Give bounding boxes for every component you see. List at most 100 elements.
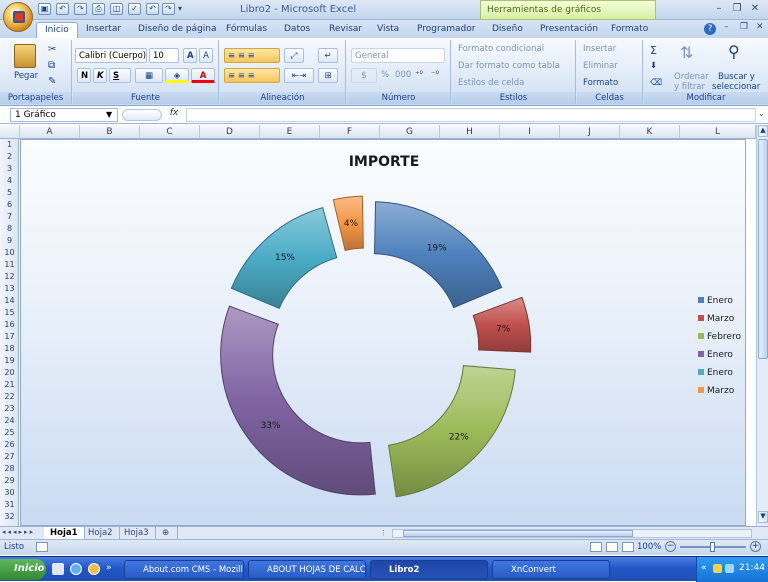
row-header[interactable]: 4 xyxy=(0,175,19,187)
row-header[interactable]: 10 xyxy=(0,247,19,259)
cut-icon[interactable]: ✂ xyxy=(48,44,56,55)
taskbar-item-firefox[interactable]: About.com CMS - Mozilla ... xyxy=(124,560,244,579)
internet-explorer-icon[interactable] xyxy=(70,563,82,575)
restore-button[interactable]: ❐ xyxy=(728,3,746,16)
font-color-icon[interactable]: A xyxy=(191,68,215,83)
quick-print-icon[interactable]: ⎙ xyxy=(92,3,105,15)
cell-styles-button[interactable]: Estilos de celda xyxy=(458,78,524,88)
font-name-select[interactable]: Calibri (Cuerpo) xyxy=(75,48,147,63)
taskbar-overflow-icon[interactable]: » xyxy=(106,563,112,573)
insert-cells-button[interactable]: Insertar xyxy=(583,44,616,54)
row-header[interactable]: 16 xyxy=(0,319,19,331)
grow-font-icon[interactable]: A xyxy=(183,48,197,63)
underline-button[interactable]: S xyxy=(109,68,131,83)
macro-record-icon[interactable] xyxy=(36,542,48,552)
row-header[interactable]: 2 xyxy=(0,151,19,163)
font-size-select[interactable]: 10 xyxy=(149,48,179,63)
copy-icon[interactable]: ⧉ xyxy=(48,60,55,71)
zoom-slider-thumb[interactable] xyxy=(710,542,715,552)
row-header[interactable]: 6 xyxy=(0,199,19,211)
decimal-decrease-icon[interactable]: ⁻⁰ xyxy=(431,70,439,80)
row-header[interactable]: 18 xyxy=(0,343,19,355)
paste-button[interactable]: Pegar xyxy=(14,71,38,81)
page-layout-view-icon[interactable] xyxy=(606,542,618,552)
help-icon[interactable]: ? xyxy=(704,23,716,35)
formula-input[interactable] xyxy=(186,108,756,122)
row-header[interactable]: 15 xyxy=(0,307,19,319)
column-header[interactable]: C xyxy=(140,125,200,139)
tray-app-icon[interactable] xyxy=(713,564,722,573)
find-select-label-1[interactable]: Buscar y xyxy=(718,72,755,82)
merge-center-icon[interactable]: ⊞ xyxy=(318,68,338,83)
formula-bar-resize-icon[interactable] xyxy=(122,109,162,121)
row-header[interactable]: 9 xyxy=(0,235,19,247)
align-left-icon[interactable]: ≡ ≡ ≡ xyxy=(224,68,280,83)
column-header[interactable]: A xyxy=(20,125,80,139)
tab-insertar[interactable]: Insertar xyxy=(78,22,129,38)
column-header[interactable]: K xyxy=(620,125,680,139)
row-header[interactable]: 13 xyxy=(0,283,19,295)
tab-diseno-pagina[interactable]: Diseño de página xyxy=(130,22,225,38)
row-header[interactable]: 25 xyxy=(0,427,19,439)
customize-qat-icon[interactable]: ▾ xyxy=(178,4,182,13)
workbook-close-icon[interactable]: ✕ xyxy=(756,22,764,32)
insert-function-button[interactable]: fx xyxy=(165,108,183,122)
currency-icon[interactable]: $ xyxy=(351,68,377,83)
print-preview-icon[interactable]: ◫ xyxy=(110,3,123,15)
doughnut-slice[interactable] xyxy=(373,201,503,309)
format-as-table-button[interactable]: Dar formato como tabla xyxy=(458,61,560,71)
find-select-label-2[interactable]: seleccionar xyxy=(712,82,760,92)
autosum-button[interactable]: Σ xyxy=(650,44,657,57)
row-header[interactable]: 27 xyxy=(0,451,19,463)
row-header[interactable]: 28 xyxy=(0,463,19,475)
tab-diseno[interactable]: Diseño xyxy=(484,22,531,38)
vertical-scrollbar[interactable]: ▲ ▼ xyxy=(756,125,768,526)
undo-icon[interactable]: ↶ xyxy=(56,3,69,15)
tab-presentacion[interactable]: Presentación xyxy=(532,22,606,38)
normal-view-icon[interactable] xyxy=(590,542,602,552)
select-all-corner[interactable] xyxy=(0,125,20,139)
expand-formula-icon[interactable]: ⌄ xyxy=(758,109,765,118)
borders-icon[interactable]: ▦ xyxy=(135,68,163,83)
bold-button[interactable]: N xyxy=(77,68,91,83)
row-header[interactable]: 32 xyxy=(0,511,19,523)
fill-color-icon[interactable]: ◈ xyxy=(165,68,189,83)
fill-icon[interactable]: ⬇ xyxy=(650,61,657,71)
column-header[interactable]: B xyxy=(80,125,140,139)
scroll-up-icon[interactable]: ▲ xyxy=(758,125,768,137)
name-box[interactable]: 1 Gráfico xyxy=(10,108,118,122)
tab-formato[interactable]: Formato xyxy=(603,22,656,38)
row-header[interactable]: 14 xyxy=(0,295,19,307)
format-painter-icon[interactable]: ✎ xyxy=(48,76,56,87)
show-desktop-icon[interactable] xyxy=(52,563,64,575)
doughnut-slice[interactable] xyxy=(220,305,376,496)
doughnut-slice[interactable] xyxy=(388,365,516,498)
taskbar-item-libro2[interactable]: Libro2 xyxy=(370,560,488,579)
scroll-down-icon[interactable]: ▼ xyxy=(758,511,768,523)
format-cells-button[interactable]: Formato xyxy=(583,78,618,88)
tab-formulas[interactable]: Fórmulas xyxy=(218,22,275,38)
column-header[interactable]: J xyxy=(560,125,620,139)
zoom-in-icon[interactable]: + xyxy=(750,541,761,552)
row-header[interactable]: 22 xyxy=(0,391,19,403)
row-header[interactable]: 24 xyxy=(0,415,19,427)
row-header[interactable]: 31 xyxy=(0,499,19,511)
shrink-font-icon[interactable]: A xyxy=(199,48,213,63)
page-break-view-icon[interactable] xyxy=(622,542,634,552)
scroll-thumb[interactable] xyxy=(758,139,768,359)
tray-expand-icon[interactable]: « xyxy=(701,563,707,573)
workbook-restore-icon[interactable]: ❐ xyxy=(740,22,748,32)
orientation-icon[interactable]: ⤢ xyxy=(284,48,304,63)
sort-filter-label-1[interactable]: Ordenar xyxy=(674,72,709,82)
name-box-dropdown-icon[interactable]: ▼ xyxy=(106,110,112,119)
chart-area[interactable]: IMPORTE 19% 7% 22% 33% 15% 4% Enero Marzo Febre… xyxy=(20,139,746,526)
h-scroll-thumb[interactable] xyxy=(403,530,633,537)
row-header[interactable]: 30 xyxy=(0,487,19,499)
column-header[interactable]: G xyxy=(380,125,440,139)
paste-icon[interactable] xyxy=(14,44,36,68)
row-header[interactable]: 12 xyxy=(0,271,19,283)
split-handle-icon[interactable]: ⋮ xyxy=(380,529,390,537)
delete-cells-button[interactable]: Eliminar xyxy=(583,61,618,71)
messenger-icon[interactable] xyxy=(88,563,100,575)
zoom-out-icon[interactable]: − xyxy=(665,541,676,552)
